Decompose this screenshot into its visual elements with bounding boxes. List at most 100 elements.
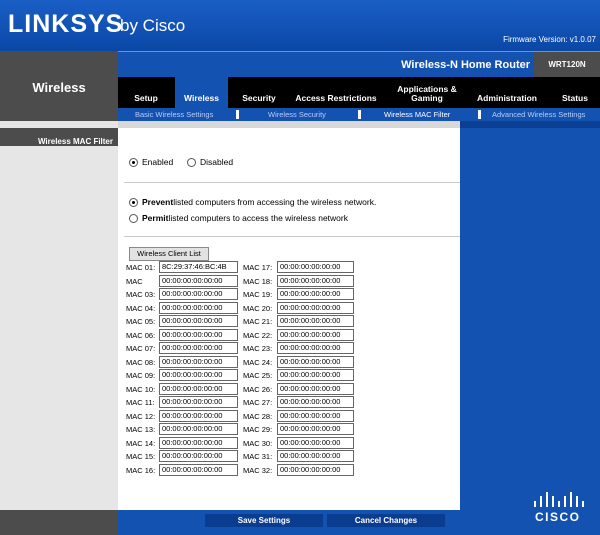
mac-label: MAC 06: — [126, 330, 156, 340]
mac-label: MAC 21: — [243, 317, 273, 326]
mac-label: MAC 11: — [126, 398, 155, 407]
mac-label: MAC 30: — [243, 438, 273, 448]
mac-label: MAC — [126, 276, 143, 286]
mac-address-input[interactable]: 00:00:00:00:00:00 — [159, 328, 238, 341]
mac-address-input[interactable]: 00:00:00:00:00:00 — [159, 450, 238, 462]
mac-address-input[interactable]: 00:00:00:00:00:00 — [159, 463, 238, 476]
model-number: WRT120N — [534, 52, 600, 77]
mac-address-input[interactable]: 00:00:00:00:00:00 — [277, 436, 354, 449]
mac-label: MAC 13: — [126, 425, 156, 434]
mac-label: MAC 18: — [243, 276, 273, 286]
enabled-option[interactable]: Enabled — [129, 157, 173, 167]
mac-label: MAC 01: — [126, 263, 156, 272]
linksys-logo: LINKSYS — [8, 10, 124, 38]
mac-address-input[interactable]: 00:00:00:00:00:00 — [277, 301, 354, 314]
mac-address-input[interactable]: 00:00:00:00:00:00 — [277, 396, 354, 408]
mac-label: MAC 19: — [243, 290, 273, 299]
mac-address-input[interactable]: 00:00:00:00:00:00 — [277, 382, 354, 395]
tab-applications-gaming[interactable]: Applications & Gaming — [388, 77, 466, 108]
permit-radio[interactable] — [129, 213, 138, 223]
tab-status[interactable]: Status — [550, 77, 600, 108]
mac-address-input[interactable]: 00:00:00:00:00:00 — [159, 301, 238, 314]
mac-address-input[interactable]: 8C:29:37:46:BC:4B — [159, 261, 238, 273]
wireless-client-list-button[interactable]: Wireless Client List — [129, 247, 209, 261]
help-column — [460, 121, 600, 510]
mac-row: MAC 14: 00:00:00:00:00:00 — [126, 436, 238, 450]
mac-address-input[interactable]: 00:00:00:00:00:00 — [277, 409, 354, 422]
subtab-advanced-wireless-settings[interactable]: Advanced Wireless Settings — [492, 110, 585, 119]
disabled-label: Disabled — [200, 157, 234, 167]
mac-address-input[interactable]: 00:00:00:00:00:00 — [159, 274, 238, 287]
help-top-strip — [460, 121, 600, 128]
mac-address-input[interactable]: 00:00:00:00:00:00 — [159, 369, 238, 381]
subtab-separator — [358, 110, 361, 119]
mac-label: MAC 29: — [243, 425, 273, 434]
disabled-radio[interactable] — [187, 157, 196, 167]
tab-security[interactable]: Security — [234, 77, 284, 108]
mac-row: MAC 13: 00:00:00:00:00:00 — [126, 423, 238, 436]
mac-address-input[interactable]: 00:00:00:00:00:00 — [277, 423, 354, 435]
mac-address-input[interactable]: 00:00:00:00:00:00 — [159, 288, 238, 300]
footer-left — [0, 510, 118, 535]
mac-row: MAC 00:00:00:00:00:00 — [126, 274, 238, 288]
mac-address-input[interactable]: 00:00:00:00:00:00 — [159, 342, 238, 354]
mac-address-input[interactable]: 00:00:00:00:00:00 — [277, 450, 354, 462]
mac-row: MAC 01: 8C:29:37:46:BC:4B — [126, 261, 238, 274]
mac-label: MAC 14: — [126, 438, 156, 448]
mac-address-input[interactable]: 00:00:00:00:00:00 — [159, 315, 238, 327]
mac-label: MAC 07: — [126, 344, 156, 353]
mac-label: MAC 04: — [126, 303, 156, 313]
mac-address-input[interactable]: 00:00:00:00:00:00 — [277, 463, 354, 476]
firmware-version: Firmware Version: v1.0.07 — [503, 35, 596, 44]
prevent-option[interactable]: Prevent listed computers from accessing … — [129, 197, 376, 207]
mac-filter-label: Wireless MAC Filter — [37, 137, 113, 146]
subtab-wireless-security[interactable]: Wireless Security — [268, 110, 326, 119]
subtab-wireless-mac-filter[interactable]: Wireless MAC Filter — [384, 110, 450, 119]
tab-wireless[interactable]: Wireless — [175, 77, 228, 108]
permit-option[interactable]: Permit listed computers to access the wi… — [129, 213, 348, 223]
prevent-radio[interactable] — [129, 197, 138, 207]
divider — [124, 236, 460, 237]
mac-address-input[interactable]: 00:00:00:00:00:00 — [277, 261, 354, 273]
mac-row: MAC 07: 00:00:00:00:00:00 — [126, 342, 238, 355]
mac-address-input[interactable]: 00:00:00:00:00:00 — [277, 328, 354, 341]
mac-label: MAC 05: — [126, 317, 156, 326]
save-settings-button[interactable]: Save Settings — [205, 514, 323, 527]
mac-label: MAC 28: — [243, 411, 273, 421]
cancel-changes-button[interactable]: Cancel Changes — [327, 514, 445, 527]
mac-label: MAC 23: — [243, 344, 273, 353]
mac-address-input[interactable]: 00:00:00:00:00:00 — [159, 382, 238, 395]
mac-address-input[interactable]: 00:00:00:00:00:00 — [159, 409, 238, 422]
mac-address-input[interactable]: 00:00:00:00:00:00 — [277, 342, 354, 354]
mac-row: MAC 22: 00:00:00:00:00:00 — [243, 328, 354, 342]
tab-access-restrictions[interactable]: Access Restrictions — [290, 77, 382, 108]
mac-label: MAC 17: — [243, 263, 273, 272]
mac-address-input[interactable]: 00:00:00:00:00:00 — [277, 288, 354, 300]
mac-address-input[interactable]: 00:00:00:00:00:00 — [277, 274, 354, 287]
subtab-basic-wireless-settings[interactable]: Basic Wireless Settings — [135, 110, 213, 119]
mac-address-input[interactable]: 00:00:00:00:00:00 — [159, 423, 238, 435]
mac-address-input[interactable]: 00:00:00:00:00:00 — [277, 355, 354, 368]
tab-setup[interactable]: Setup — [124, 77, 168, 108]
enabled-radio[interactable] — [129, 157, 138, 167]
mac-row: MAC 03: 00:00:00:00:00:00 — [126, 288, 238, 301]
mac-address-input[interactable]: 00:00:00:00:00:00 — [277, 369, 354, 381]
permit-bold-label: Permit — [142, 213, 169, 223]
mac-row: MAC 10: 00:00:00:00:00:00 — [126, 382, 238, 396]
mac-address-input[interactable]: 00:00:00:00:00:00 — [159, 355, 238, 368]
mac-row: MAC 21: 00:00:00:00:00:00 — [243, 315, 354, 328]
mac-label: MAC 26: — [243, 384, 273, 394]
mac-label: MAC 10: — [126, 384, 156, 394]
mac-label: MAC 20: — [243, 303, 273, 313]
mac-row: MAC 24: 00:00:00:00:00:00 — [243, 355, 354, 369]
mac-row: MAC 30: 00:00:00:00:00:00 — [243, 436, 354, 450]
content-top-strip — [118, 121, 460, 128]
mac-label: MAC 25: — [243, 371, 273, 380]
mac-address-input[interactable]: 00:00:00:00:00:00 — [159, 436, 238, 449]
disabled-option[interactable]: Disabled — [187, 157, 233, 167]
mac-row: MAC 23: 00:00:00:00:00:00 — [243, 342, 354, 355]
mac-address-input[interactable]: 00:00:00:00:00:00 — [159, 396, 238, 408]
subtab-separator — [236, 110, 239, 119]
mac-address-input[interactable]: 00:00:00:00:00:00 — [277, 315, 354, 327]
tab-administration[interactable]: Administration — [472, 77, 542, 108]
